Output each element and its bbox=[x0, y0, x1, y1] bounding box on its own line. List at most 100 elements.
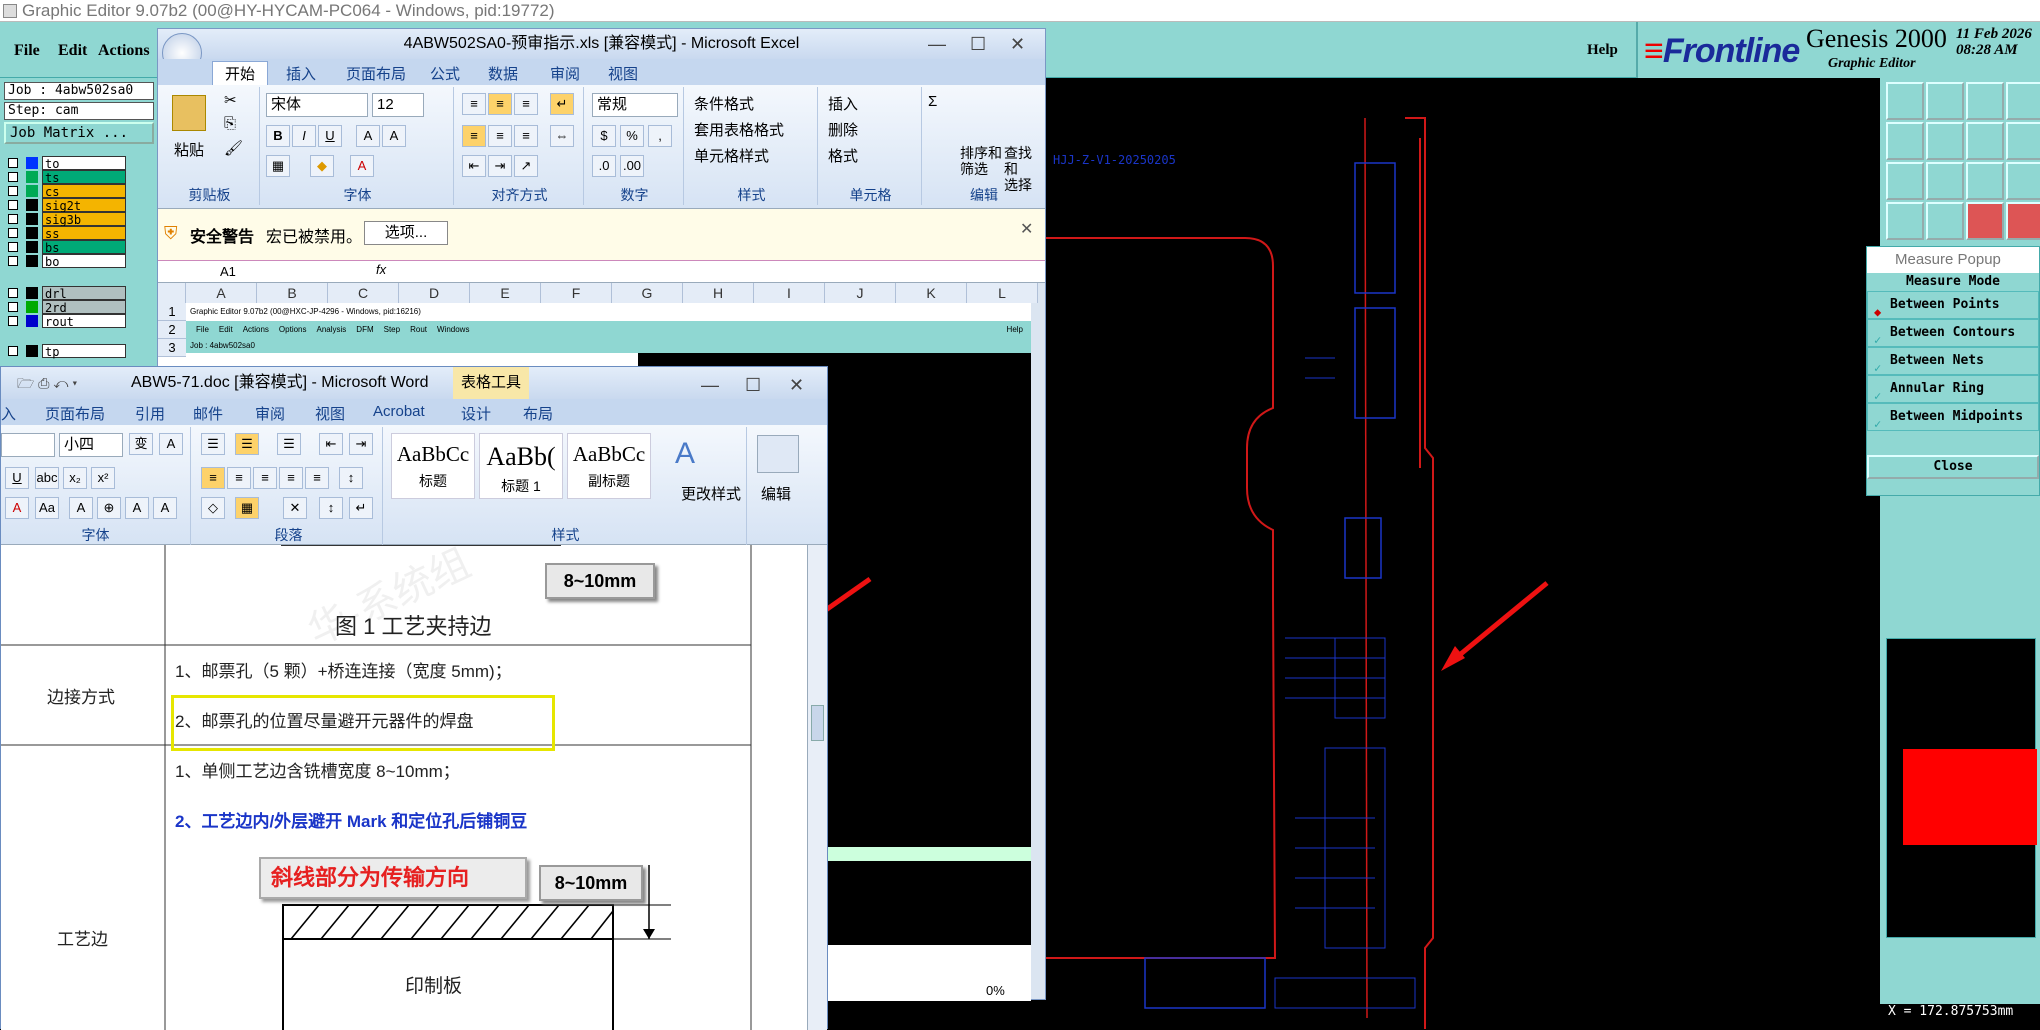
layer-checkbox[interactable] bbox=[8, 228, 18, 238]
font-size-combo[interactable]: 12 bbox=[372, 93, 424, 117]
row-header[interactable]: 2 bbox=[158, 321, 186, 339]
measure-option[interactable]: ◆ Between Points bbox=[1867, 291, 2039, 319]
paste-icon[interactable] bbox=[172, 95, 206, 131]
word-tab[interactable]: 邮件 bbox=[193, 403, 223, 424]
orientation-icon[interactable]: ↗ bbox=[514, 155, 538, 177]
layer-row-sig3b[interactable]: sig3b bbox=[4, 212, 154, 227]
tool-button-12[interactable] bbox=[2006, 162, 2040, 200]
word-tab[interactable]: 设计 bbox=[461, 403, 491, 424]
layer-row-tp[interactable]: tp bbox=[4, 344, 154, 359]
para-right-icon[interactable]: ≡ bbox=[253, 467, 277, 489]
delete-cells-button[interactable]: 删除 bbox=[828, 119, 858, 140]
align-middle-icon[interactable]: ≡ bbox=[488, 93, 512, 115]
layer-checkbox[interactable] bbox=[8, 158, 18, 168]
measure-option[interactable]: ✓ Between Contours bbox=[1867, 319, 2039, 347]
dec-decimal-icon[interactable]: .00 bbox=[620, 155, 644, 177]
multilevel-icon[interactable]: ☰ bbox=[277, 433, 301, 455]
layer-row-cs[interactable]: cs bbox=[4, 184, 154, 199]
menu-edit[interactable]: Edit bbox=[58, 42, 87, 60]
word-shrink-font-icon[interactable]: A bbox=[153, 497, 177, 519]
para-distribute-icon[interactable]: ≡ bbox=[305, 467, 329, 489]
word-tab[interactable]: Acrobat bbox=[373, 403, 425, 420]
align-right-icon[interactable]: ≡ bbox=[514, 125, 538, 147]
column-header[interactable]: A bbox=[186, 283, 257, 303]
word-tab[interactable]: 视图 bbox=[315, 403, 345, 424]
format-painter-icon[interactable]: 🖌 bbox=[224, 139, 243, 157]
layer-checkbox[interactable] bbox=[8, 302, 18, 312]
para-left-icon[interactable]: ≡ bbox=[201, 467, 225, 489]
bullets-icon[interactable]: ☰ bbox=[201, 433, 225, 455]
merge-icon[interactable]: ⇔ bbox=[550, 125, 574, 147]
security-options-button[interactable]: 选项... bbox=[364, 221, 448, 245]
layer-row-2rd[interactable]: 2rd bbox=[4, 300, 154, 315]
border-icon[interactable]: ▦ bbox=[266, 155, 290, 177]
column-header[interactable]: C bbox=[328, 283, 399, 303]
superscript-icon[interactable]: x² bbox=[91, 467, 115, 489]
font-color-icon[interactable]: A bbox=[350, 155, 374, 177]
layer-row-sig2t[interactable]: sig2t bbox=[4, 198, 154, 213]
word-close-icon[interactable]: ✕ bbox=[789, 369, 804, 401]
word-font-name-combo[interactable] bbox=[1, 433, 55, 457]
insert-cells-button[interactable]: 插入 bbox=[828, 93, 858, 114]
cut-icon[interactable]: ✂ bbox=[224, 91, 237, 109]
layer-checkbox[interactable] bbox=[8, 346, 18, 356]
align-left-icon[interactable]: ≡ bbox=[462, 125, 486, 147]
excel-tab[interactable]: 插入 bbox=[286, 63, 316, 84]
select-all-corner[interactable] bbox=[158, 283, 186, 303]
align-top-icon[interactable]: ≡ bbox=[462, 93, 486, 115]
column-header[interactable]: F bbox=[541, 283, 612, 303]
column-header[interactable]: D bbox=[399, 283, 470, 303]
comma-icon[interactable]: , bbox=[648, 125, 672, 147]
edit-icon[interactable] bbox=[757, 435, 799, 473]
tool-button-10[interactable] bbox=[1926, 162, 1964, 200]
char-border-icon[interactable]: A bbox=[159, 433, 183, 455]
column-header[interactable]: I bbox=[754, 283, 825, 303]
word-edit-button[interactable]: 编辑 bbox=[761, 483, 791, 504]
tool-button-1[interactable] bbox=[1886, 82, 1924, 120]
column-header[interactable]: E bbox=[470, 283, 541, 303]
layer-row-bs[interactable]: bs bbox=[4, 240, 154, 255]
measure-option[interactable]: ✓ Between Nets bbox=[1867, 347, 2039, 375]
menu-file[interactable]: File bbox=[14, 42, 40, 60]
word-underline-icon[interactable]: U bbox=[5, 467, 29, 489]
show-marks-icon[interactable]: ↵ bbox=[349, 497, 373, 519]
copy-icon[interactable]: ⎘ bbox=[224, 115, 236, 132]
strike-icon[interactable]: abc bbox=[35, 467, 59, 489]
word-tab[interactable]: 布局 bbox=[523, 403, 553, 424]
tool-button-4[interactable] bbox=[2006, 82, 2040, 120]
measure-close-button[interactable]: Close bbox=[1867, 455, 2039, 479]
tool-button-2[interactable] bbox=[1926, 82, 1964, 120]
bold-icon[interactable]: B bbox=[266, 125, 290, 147]
style-item[interactable]: AaBbCc 副标题 bbox=[567, 433, 651, 499]
align-center-icon[interactable]: ≡ bbox=[488, 125, 512, 147]
minimize-icon[interactable]: — bbox=[928, 29, 946, 59]
word-maximize-icon[interactable]: ☐ bbox=[745, 369, 761, 401]
subscript-icon[interactable]: x₂ bbox=[63, 467, 87, 489]
italic-icon[interactable]: I bbox=[292, 125, 316, 147]
layer-row-ts[interactable]: ts bbox=[4, 170, 154, 185]
measure-option[interactable]: ✓ Annular Ring bbox=[1867, 375, 2039, 403]
currency-icon[interactable]: $ bbox=[592, 125, 616, 147]
layer-row-rout[interactable]: rout bbox=[4, 314, 154, 329]
table-format-button[interactable]: 套用表格格式 bbox=[694, 119, 784, 140]
case-icon[interactable]: Aa bbox=[35, 497, 59, 519]
enclose-icon[interactable]: ⊕ bbox=[97, 497, 121, 519]
layer-checkbox[interactable] bbox=[8, 214, 18, 224]
layer-checkbox[interactable] bbox=[8, 186, 18, 196]
name-box[interactable]: A1 bbox=[164, 262, 304, 282]
numbering-icon[interactable]: ☰ bbox=[235, 433, 259, 455]
layer-checkbox[interactable] bbox=[8, 200, 18, 210]
tool-button-3[interactable] bbox=[1966, 82, 2004, 120]
layer-checkbox[interactable] bbox=[8, 172, 18, 182]
excel-tab[interactable]: 开始 bbox=[212, 61, 269, 85]
word-tab[interactable]: 入 bbox=[1, 403, 16, 424]
sum-icon[interactable]: Σ bbox=[928, 93, 937, 110]
word-tab[interactable]: 引用 bbox=[135, 403, 165, 424]
fx-icon[interactable]: fx bbox=[376, 262, 386, 277]
excel-tab[interactable]: 数据 bbox=[488, 63, 518, 84]
word-tab[interactable]: 审阅 bbox=[255, 403, 285, 424]
tool-button-5[interactable] bbox=[1886, 122, 1924, 160]
job-matrix-button[interactable]: Job Matrix ... bbox=[4, 122, 154, 144]
security-close-icon[interactable]: ✕ bbox=[1020, 219, 1033, 239]
cad-canvas[interactable]: HJJ-Z-V1-20250205 bbox=[1045, 78, 1895, 1029]
